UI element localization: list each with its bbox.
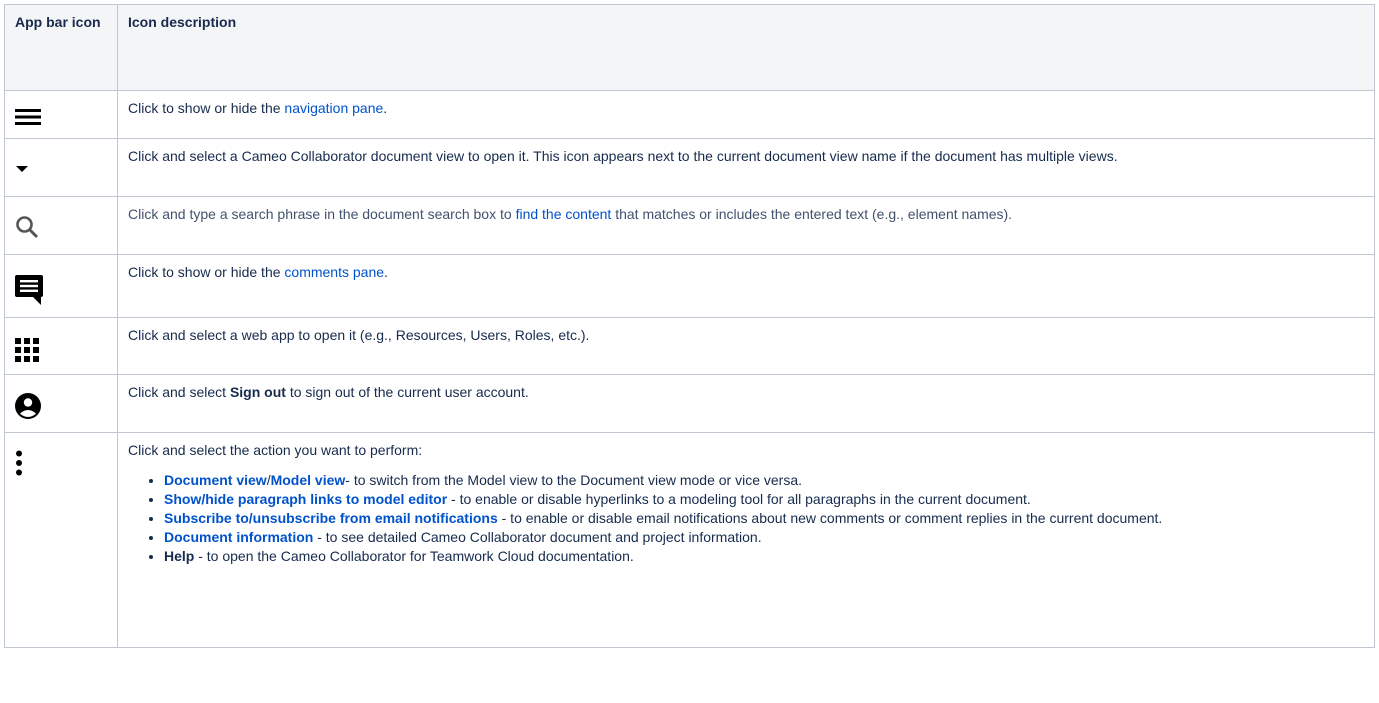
icon-cell: [4, 432, 118, 648]
header-app-bar-icon: App bar icon: [4, 4, 118, 91]
icon-cell: [4, 317, 118, 375]
description-text: that matches or includes the entered tex…: [611, 206, 1013, 222]
description-cell: Click to show or hide the navigation pan…: [117, 90, 1375, 139]
email-notifications-link[interactable]: Subscribe to/unsubscribe from email noti…: [164, 510, 498, 526]
paragraph-links-link[interactable]: Show/hide paragraph links to model edito…: [164, 491, 447, 507]
description-text: .: [383, 100, 388, 116]
dropdown-arrow-icon: [15, 158, 29, 178]
icon-cell: [4, 196, 118, 255]
table-row: Click and select a web app to open it (e…: [4, 317, 1375, 375]
table-row: Click and select a Cameo Collaborator do…: [4, 138, 1375, 197]
table-row: Click and type a search phrase in the do…: [4, 196, 1375, 255]
icon-cell: [4, 138, 118, 197]
description-cell: Click and select Sign out to sign out of…: [117, 374, 1375, 433]
description-text: Click to show or hide the: [128, 100, 285, 116]
navigation-pane-link[interactable]: navigation pane: [284, 100, 383, 116]
table-row: Click to show or hide the comments pane.: [4, 254, 1375, 318]
list-item: Help - to open the Cameo Collaborator fo…: [164, 548, 1364, 567]
description-text: to sign out of the current user account.: [285, 384, 529, 400]
sign-out-label: Sign out: [229, 384, 286, 400]
icon-cell: [4, 254, 118, 318]
action-description: - to enable or disable email notificatio…: [497, 510, 1163, 526]
table-row: Click and select the action you want to …: [4, 432, 1375, 648]
description-text: Click and select: [128, 384, 230, 400]
action-description: - to see detailed Cameo Collaborator doc…: [313, 529, 762, 545]
description-text: Click and type a search phrase in the do…: [128, 206, 516, 222]
description-text: Click to show or hide the: [128, 264, 285, 280]
description-text: Click and select a web app to open it (e…: [128, 327, 590, 343]
apps-grid-icon: [15, 338, 39, 367]
action-description: - to enable or disable hyperlinks to a m…: [447, 491, 1031, 507]
table-row: Click to show or hide the navigation pan…: [4, 90, 1375, 139]
actions-list: Document view/Model view- to switch from…: [128, 472, 1364, 567]
header-icon-description: Icon description: [117, 4, 1375, 91]
more-vert-icon: [15, 450, 23, 481]
find-the-content-link[interactable]: find the content: [516, 206, 612, 222]
icon-cell: [4, 374, 118, 433]
description-text: .: [384, 264, 388, 280]
account-icon: [15, 393, 41, 424]
action-description: - to open the Cameo Collaborator for Tea…: [194, 548, 634, 564]
search-icon: [15, 215, 39, 244]
description-cell: Click and select a web app to open it (e…: [117, 317, 1375, 375]
icon-cell: [4, 90, 118, 139]
comments-pane-link[interactable]: comments pane: [284, 264, 384, 280]
description-cell: Click and select a Cameo Collaborator do…: [117, 138, 1375, 197]
actions-intro: Click and select the action you want to …: [128, 442, 423, 458]
help-label: Help: [164, 548, 195, 564]
action-description: - to switch from the Model view to the D…: [345, 472, 803, 488]
description-cell: Click and type a search phrase in the do…: [117, 196, 1375, 255]
description-cell: Click and select the action you want to …: [117, 432, 1375, 648]
description-text: Click and select a Cameo Collaborator do…: [128, 148, 1118, 164]
model-view-link[interactable]: Model view: [271, 472, 346, 488]
table-row: Click and select Sign out to sign out of…: [4, 374, 1375, 433]
menu-icon: [15, 108, 41, 131]
table-header-row: App bar icon Icon description: [4, 4, 1375, 91]
list-item: Subscribe to/unsubscribe from email noti…: [164, 510, 1364, 529]
list-item: Document view/Model view- to switch from…: [164, 472, 1364, 491]
comment-icon: [15, 275, 43, 310]
icon-description-table: App bar icon Icon description Click to s…: [4, 4, 1375, 648]
list-item: Document information - to see detailed C…: [164, 529, 1364, 548]
list-item: Show/hide paragraph links to model edito…: [164, 491, 1364, 510]
document-view-link[interactable]: Document view: [164, 472, 267, 488]
description-cell: Click to show or hide the comments pane.: [117, 254, 1375, 318]
document-information-link[interactable]: Document information: [164, 529, 313, 545]
